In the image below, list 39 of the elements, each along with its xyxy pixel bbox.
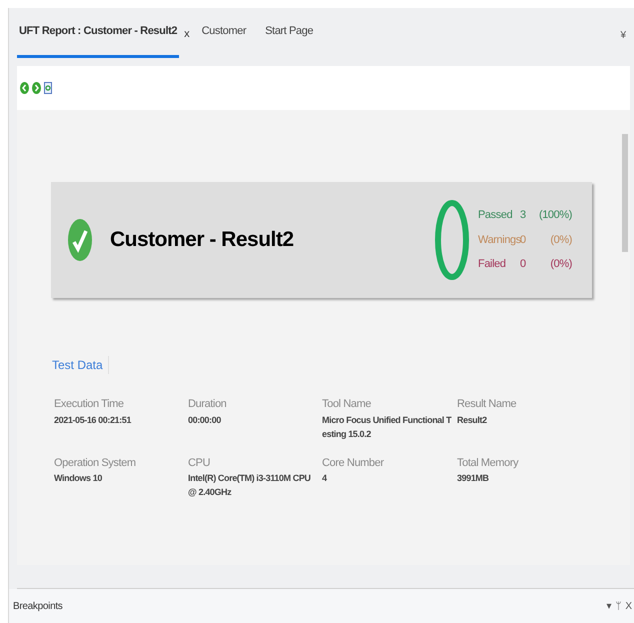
close-button[interactable]: X (625, 598, 632, 614)
field-label: Duration (188, 397, 228, 412)
stat-count: 3 (520, 208, 527, 224)
field-label: Execution Time (54, 397, 125, 412)
dropdown-button[interactable]: ▾ (606, 598, 612, 614)
field-label: Core Number (322, 456, 385, 470)
field-label: Tool Name (322, 397, 372, 412)
field-value: Intel(R) Core(TM) i3-3110M CPU @ 2.40GHz (188, 472, 312, 499)
section-tab[interactable]: Test Data (51, 356, 109, 374)
field-value: Micro Focus Unified Functional Testing 15.0.2 (322, 414, 452, 440)
pin-button[interactable]: ᛘ (615, 598, 622, 614)
field-value: Windows 10 (54, 472, 103, 485)
field-label: Total Memory (457, 456, 520, 470)
stat-count: 0 (520, 257, 527, 272)
field-value: 2021-05-16 00:21:51 (54, 414, 132, 426)
field-label: Result Name (457, 397, 518, 412)
report-title: Customer - Result2 (110, 227, 294, 254)
tab-menu-button[interactable]: ¥ (620, 28, 626, 43)
stat-percent: (0%) (549, 232, 572, 248)
stat-label: Passed (478, 208, 514, 224)
stat-label: Failed (478, 257, 507, 272)
stat-percent: (0%) (549, 257, 572, 272)
tab[interactable]: Start Page (263, 8, 322, 58)
field-value: Result2 (457, 414, 488, 426)
stat-count: 0 (520, 232, 527, 248)
forward-icon[interactable] (32, 82, 41, 94)
tab[interactable]: Customer (200, 8, 254, 58)
panel-title: Breakpoints (13, 600, 63, 614)
tab[interactable]: UFT Report : Customer - Result2 (17, 8, 180, 58)
refresh-icon[interactable] (44, 82, 52, 94)
field-label: Operation System (54, 456, 137, 470)
back-icon[interactable] (20, 82, 29, 94)
field-label: CPU (188, 456, 212, 470)
stat-label: Warnings (478, 232, 520, 248)
field-value: 4 (322, 472, 328, 485)
field-value: 3991MB (457, 472, 490, 485)
stat-percent: (100%) (538, 208, 572, 224)
field-value: 00:00:00 (188, 414, 222, 426)
close-button[interactable]: x (184, 26, 190, 42)
